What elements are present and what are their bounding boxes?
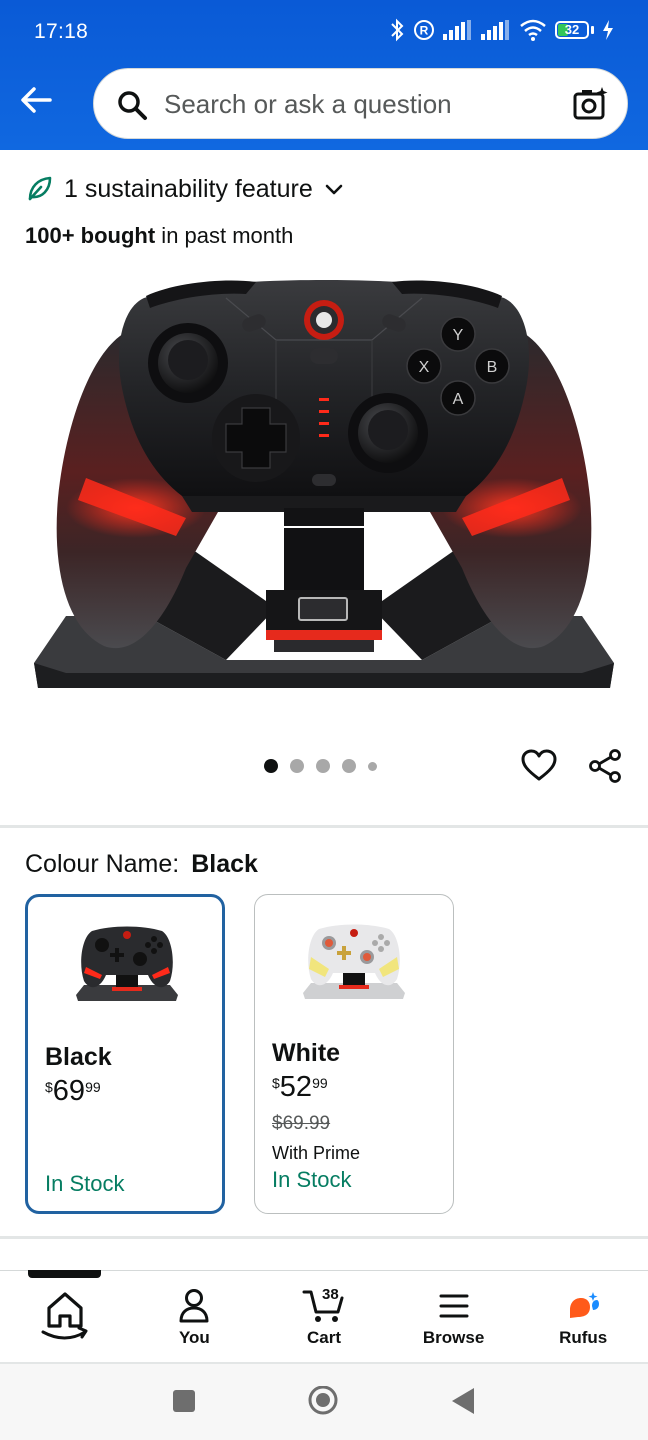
- white-controller-thumbnail: [303, 924, 405, 999]
- nav-browse[interactable]: Browse: [389, 1272, 519, 1362]
- sustainability-feature[interactable]: 1 sustainability feature: [26, 172, 345, 206]
- bought-rest: in past month: [155, 223, 294, 248]
- charging-icon: [603, 20, 613, 40]
- back-arrow-icon[interactable]: [18, 82, 54, 118]
- price-whole: 69: [52, 1075, 86, 1107]
- nav-you[interactable]: You: [130, 1272, 260, 1362]
- section-divider: [0, 1236, 648, 1239]
- colour-option-black[interactable]: Black $ 69 99 In Stock: [25, 894, 225, 1214]
- person-icon: [179, 1289, 209, 1323]
- nav-cart[interactable]: 38 Cart: [259, 1272, 389, 1362]
- stock-status: In Stock: [272, 1167, 352, 1192]
- carousel-dot[interactable]: [342, 759, 356, 773]
- heart-icon[interactable]: [521, 748, 557, 784]
- svg-text:B: B: [487, 359, 498, 376]
- price-whole: 52: [279, 1071, 313, 1103]
- nav-you-label: You: [178, 1328, 210, 1347]
- sustainability-label: 1 sustainability feature: [64, 174, 313, 203]
- nav-cart-label: Cart: [306, 1328, 341, 1347]
- system-navigation-bar: [0, 1364, 648, 1440]
- price-symbol: $: [45, 1079, 53, 1095]
- option-price: $ 69 99: [45, 1075, 101, 1107]
- bluetooth-icon: [391, 18, 404, 42]
- colour-label-text: Colour Name:: [25, 850, 180, 878]
- status-bar: 17:18 R 32: [0, 0, 648, 64]
- stock-status: In Stock: [45, 1171, 125, 1196]
- svg-text:R: R: [420, 24, 429, 38]
- option-price: $ 52 99: [272, 1071, 328, 1103]
- nav-home[interactable]: [0, 1272, 130, 1362]
- svg-text:X: X: [419, 359, 430, 376]
- share-icon[interactable]: [587, 748, 623, 784]
- signal-icon-2: [481, 20, 509, 40]
- image-carousel-dots[interactable]: [264, 759, 377, 773]
- black-controller-thumbnail: [76, 926, 178, 1001]
- signal-icon: [443, 20, 471, 40]
- search-icon: [118, 91, 147, 120]
- back-button-icon[interactable]: [450, 1386, 476, 1416]
- bought-count: 100+ bought: [25, 223, 156, 248]
- status-icons: R 32: [389, 18, 614, 42]
- recent-apps-icon[interactable]: [171, 1386, 197, 1416]
- search-input[interactable]: Search or ask a question: [93, 68, 628, 139]
- bottom-nav: You 38 Cart Browse Rufus: [0, 1272, 648, 1362]
- svg-text:A: A: [453, 391, 464, 408]
- leaf-icon: [28, 176, 52, 201]
- price-symbol: $: [272, 1075, 280, 1091]
- status-time: 17:18: [34, 20, 89, 43]
- option-name: White: [272, 1039, 341, 1067]
- list-price: $69.99: [272, 1113, 331, 1134]
- top-header: 17:18 R 32 Search or ask a question: [0, 0, 648, 150]
- carousel-dot[interactable]: [264, 759, 278, 773]
- price-fraction: 99: [312, 1075, 328, 1091]
- registered-icon: R: [414, 20, 434, 40]
- svg-text:Y: Y: [453, 327, 464, 344]
- nav-rufus[interactable]: Rufus: [518, 1272, 648, 1362]
- option-name: Black: [45, 1043, 112, 1071]
- product-image[interactable]: Y X B A: [26, 268, 622, 708]
- carousel-dot[interactable]: [316, 759, 330, 773]
- cart-count: 38: [321, 1286, 339, 1303]
- home-button-icon[interactable]: [306, 1386, 340, 1420]
- section-divider: [0, 825, 648, 828]
- bought-in-past-month: 100+ bought in past month: [25, 223, 293, 249]
- wifi-icon: [520, 19, 546, 41]
- chevron-down-icon: [325, 184, 343, 195]
- home-icon: [41, 1292, 88, 1340]
- battery-text: 32: [564, 22, 580, 37]
- camera-search-icon[interactable]: [573, 86, 609, 122]
- nav-rufus-label: Rufus: [559, 1328, 608, 1347]
- menu-icon: [439, 1294, 469, 1318]
- search-placeholder: Search or ask a question: [164, 89, 452, 119]
- rufus-icon: [570, 1292, 600, 1318]
- colour-name-label: Colour Name: Black: [25, 850, 258, 879]
- colour-option-white[interactable]: White $ 52 99 $69.99 With Prime In Stock: [254, 894, 454, 1214]
- carousel-dot[interactable]: [290, 759, 304, 773]
- prime-note: With Prime: [272, 1143, 361, 1163]
- battery-indicator: 32: [555, 21, 594, 39]
- colour-selected-value: Black: [191, 850, 258, 878]
- carousel-dot[interactable]: [368, 761, 377, 771]
- price-fraction: 99: [85, 1079, 101, 1095]
- nav-browse-label: Browse: [422, 1328, 485, 1347]
